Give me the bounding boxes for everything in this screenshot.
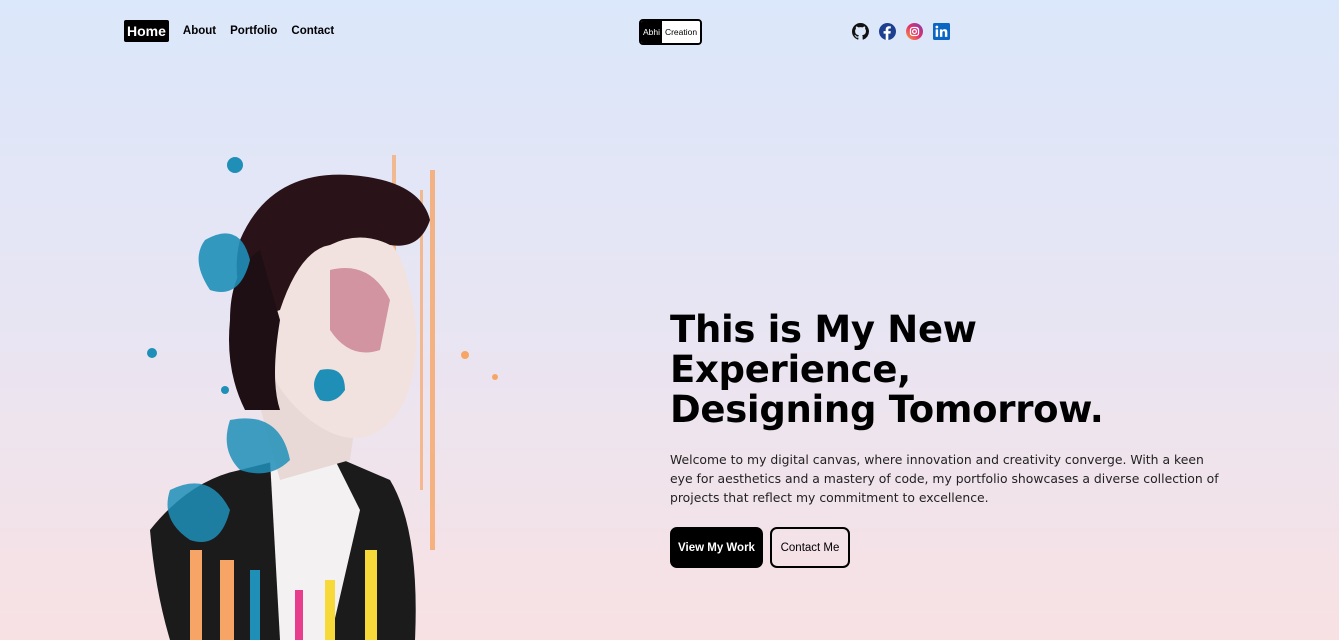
logo-part-1: Abhi [641, 21, 663, 43]
view-my-work-button[interactable]: View My Work [670, 527, 763, 568]
nav-link-home[interactable]: Home [124, 20, 169, 42]
hero-title-line-2: Designing Tomorrow. [670, 388, 1104, 431]
nav-links: Home About Portfolio Contact [124, 20, 334, 42]
hero-buttons: View My Work Contact Me [670, 527, 1230, 568]
top-navigation: Home About Portfolio Contact Abhi Creati… [0, 0, 1339, 64]
social-links [852, 23, 950, 40]
logo-part-2: Creation [662, 21, 700, 43]
hero-title: This is My New Experience, Designing Tom… [670, 310, 1230, 430]
hero-illustration [130, 150, 510, 640]
github-icon[interactable] [852, 23, 869, 40]
contact-me-button[interactable]: Contact Me [770, 527, 850, 568]
hero-description: Welcome to my digital canvas, where inno… [670, 452, 1219, 505]
site-logo[interactable]: Abhi Creation [639, 19, 702, 45]
nav-link-portfolio[interactable]: Portfolio [230, 25, 277, 37]
instagram-icon[interactable] [906, 23, 923, 40]
hero-section: This is My New Experience, Designing Tom… [670, 310, 1230, 568]
nav-link-about[interactable]: About [183, 25, 216, 37]
linkedin-icon[interactable] [933, 23, 950, 40]
hero-title-line-1: This is My New Experience, [670, 308, 977, 391]
nav-link-contact[interactable]: Contact [291, 25, 334, 37]
facebook-icon[interactable] [879, 23, 896, 40]
